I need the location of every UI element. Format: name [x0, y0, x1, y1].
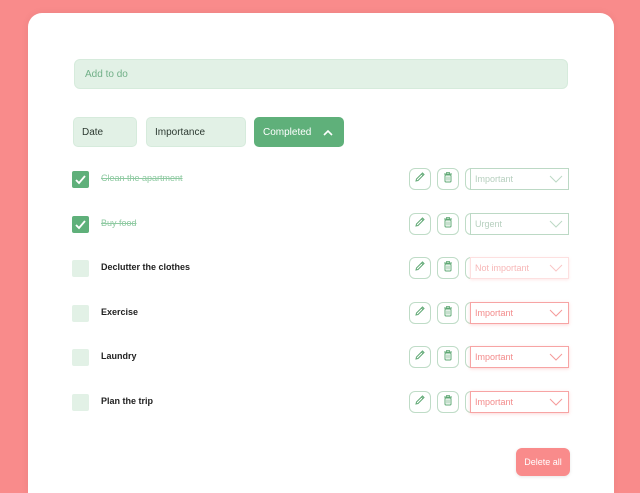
priority-value: Important [475, 174, 514, 184]
priority-select[interactable]: Important [470, 391, 569, 413]
delete-all-label: Delete all [524, 457, 562, 467]
todo-label: Declutter the clothes [101, 262, 191, 272]
filter-completed-label: Completed [263, 126, 312, 138]
priority-value: Important [475, 397, 514, 407]
pencil-icon [414, 393, 426, 411]
chevron-down-icon [549, 308, 563, 320]
priority-value: Not important [475, 263, 530, 273]
filter-completed-button[interactable]: Completed [254, 117, 344, 147]
todo-row: Plan the trip Important [72, 391, 572, 415]
todo-checkbox[interactable] [72, 394, 89, 411]
priority-value: Urgent [475, 219, 503, 229]
pencil-icon [414, 215, 426, 233]
todo-checkbox[interactable] [72, 305, 89, 322]
chevron-down-icon [549, 263, 563, 275]
edit-button[interactable] [409, 346, 431, 368]
chevron-down-icon [549, 352, 563, 364]
trash-icon [442, 259, 454, 277]
todo-row: Laundry Important [72, 346, 572, 370]
pencil-icon [414, 259, 426, 277]
delete-button[interactable] [437, 346, 459, 368]
todo-label: Buy food [101, 218, 137, 228]
trash-icon [442, 304, 454, 322]
edit-button[interactable] [409, 257, 431, 279]
add-todo-input[interactable] [74, 59, 568, 89]
priority-value: Important [475, 308, 514, 318]
todo-label: Plan the trip [101, 396, 154, 406]
todo-row: Exercise Important [72, 302, 572, 326]
delete-button[interactable] [437, 213, 459, 235]
todo-checkbox[interactable] [72, 349, 89, 366]
filter-date-button[interactable]: Date [73, 117, 137, 147]
priority-value: Important [475, 352, 514, 362]
chevron-up-icon [321, 125, 335, 139]
todo-row: Buy food Urgent [72, 213, 572, 237]
todo-checkbox[interactable] [72, 216, 89, 233]
delete-button[interactable] [437, 168, 459, 190]
pencil-icon [414, 304, 426, 322]
priority-select[interactable]: Important [470, 302, 569, 324]
todo-row: Declutter the clothes Not important [72, 257, 572, 281]
todo-checkbox[interactable] [72, 171, 89, 188]
filter-date-label: Date [82, 126, 104, 138]
trash-icon [442, 348, 454, 366]
priority-select[interactable]: Not important [470, 257, 569, 279]
edit-button[interactable] [409, 168, 431, 190]
todo-label: Laundry [101, 351, 137, 361]
trash-icon [442, 393, 454, 411]
todo-label: Clean the apartment [101, 173, 183, 183]
todo-label: Exercise [101, 307, 139, 317]
priority-select[interactable]: Important [470, 168, 569, 190]
delete-button[interactable] [437, 302, 459, 324]
delete-button[interactable] [437, 257, 459, 279]
trash-icon [442, 170, 454, 188]
filter-importance-label: Importance [155, 126, 206, 138]
edit-button[interactable] [409, 302, 431, 324]
delete-button[interactable] [437, 391, 459, 413]
filter-importance-button[interactable]: Importance [146, 117, 246, 147]
priority-select[interactable]: Urgent [470, 213, 569, 235]
chevron-down-icon [549, 174, 563, 186]
chevron-down-icon [549, 219, 563, 231]
delete-all-button[interactable]: Delete all [516, 448, 570, 476]
todo-card: Date Importance Completed Clean the apar… [28, 13, 614, 493]
trash-icon [442, 215, 454, 233]
todo-checkbox[interactable] [72, 260, 89, 277]
edit-button[interactable] [409, 213, 431, 235]
todo-row: Clean the apartment Important [72, 168, 572, 192]
chevron-down-icon [549, 397, 563, 409]
pencil-icon [414, 348, 426, 366]
priority-select[interactable]: Important [470, 346, 569, 368]
edit-button[interactable] [409, 391, 431, 413]
pencil-icon [414, 170, 426, 188]
